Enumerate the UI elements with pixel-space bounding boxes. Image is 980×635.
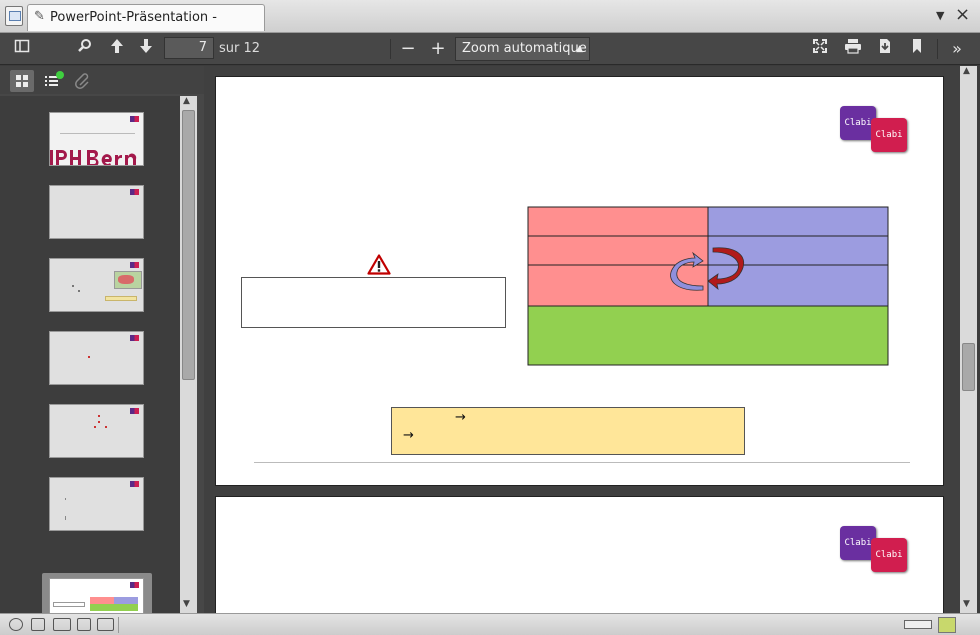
document-scrollbar-thumb[interactable] [962, 343, 975, 391]
sidebar-scrollbar[interactable]: ▲ ▼ [180, 96, 197, 613]
arrow-down-icon [140, 39, 152, 53]
double-chevron-right-icon: » [952, 39, 962, 58]
thumbnails-view-button[interactable] [10, 70, 34, 92]
clabi-logo: Clabi Clabi [840, 106, 908, 156]
page-count-label: sur 12 [219, 41, 261, 56]
status-separator [118, 617, 119, 633]
attachments-view-button[interactable] [72, 70, 96, 92]
thumbnail-page-2[interactable] [49, 185, 144, 239]
document-tab[interactable]: ✎ PowerPoint-Präsentation - test.pdf [27, 4, 265, 50]
mail-icon[interactable] [31, 618, 45, 631]
address-book-icon[interactable] [53, 618, 71, 631]
pdf-page-8: Clabi Clabi [215, 496, 944, 613]
zoom-select[interactable]: Zoom automatique ▲ [455, 37, 590, 61]
scroll-down-arrow-icon[interactable]: ▼ [183, 599, 190, 609]
toolbar-separator [937, 39, 938, 59]
download-icon [880, 39, 890, 53]
thumbnail-logo [130, 408, 139, 414]
clabi-logo-bottom: Clabi [871, 538, 907, 572]
thumbnail-page-6[interactable] [49, 477, 144, 531]
close-icon[interactable]: × [955, 4, 970, 25]
thumbnail-page-1[interactable] [49, 112, 144, 166]
zoom-select-value: Zoom automatique [462, 41, 587, 56]
sidebar-tabs [0, 66, 204, 94]
composer-icon[interactable] [77, 618, 91, 631]
status-bar [0, 613, 980, 635]
outline-view-button[interactable] [40, 70, 64, 92]
thumbnail-list [0, 96, 180, 613]
warning-icon [367, 254, 391, 275]
chat-icon[interactable] [97, 618, 114, 631]
arrow-right-icon: → [403, 428, 414, 443]
arrow-right-icon: → [455, 410, 466, 425]
empty-text-box [241, 277, 506, 328]
clabi-logo: Clabi Clabi [840, 526, 908, 576]
thumbnail-logo [130, 582, 139, 588]
next-page-button[interactable] [134, 37, 158, 61]
scroll-up-arrow-icon[interactable]: ▲ [183, 96, 190, 106]
footer-rule [254, 462, 910, 463]
previous-page-button[interactable] [105, 37, 129, 61]
sidebar-icon [14, 39, 30, 53]
print-button[interactable] [841, 37, 865, 61]
document-scrollbar[interactable]: ▲ ▼ [960, 66, 977, 613]
grid-icon [16, 75, 28, 87]
thumbnail-logo [130, 262, 139, 268]
document-viewer: Clabi Clabi → → Clabi Clabi [204, 66, 960, 613]
paperclip-icon: ✎ [34, 9, 45, 24]
toggle-sidebar-button[interactable] [10, 37, 34, 61]
thumbnail-logo [130, 335, 139, 341]
lock-icon[interactable] [938, 617, 956, 633]
connection-status-icon [904, 620, 932, 629]
thumbnail-page-7[interactable] [49, 578, 144, 613]
page-number-input[interactable]: 7 [164, 37, 214, 59]
printer-icon [845, 39, 861, 54]
presentation-mode-button[interactable] [808, 37, 832, 61]
window-tab-strip: ✎ PowerPoint-Präsentation - test.pdf ▼ × [0, 0, 980, 50]
fullscreen-icon [813, 39, 827, 53]
arrow-up-icon [111, 39, 123, 53]
paperclip-icon [75, 73, 89, 89]
clabi-logo-bottom: Clabi [871, 118, 907, 152]
scroll-up-arrow-icon[interactable]: ▲ [963, 66, 970, 76]
zoom-in-button[interactable]: + [426, 37, 450, 61]
tab-dropdown-icon[interactable]: ▼ [936, 9, 944, 22]
ph-bern-logo [50, 150, 137, 165]
highlight-box: → → [391, 407, 745, 455]
thumbnail-page-4[interactable] [49, 331, 144, 385]
document-app-icon[interactable] [5, 6, 23, 26]
sidebar-scrollbar-thumb[interactable] [182, 110, 195, 380]
scroll-down-arrow-icon[interactable]: ▼ [963, 599, 970, 609]
download-button[interactable] [873, 37, 897, 61]
zoom-out-button[interactable]: − [396, 37, 420, 61]
bookmark-icon [913, 39, 921, 53]
pdf-page-7: Clabi Clabi → → [215, 76, 944, 486]
bookmark-button[interactable] [905, 37, 929, 61]
thumbnail-page-3[interactable] [49, 258, 144, 312]
toolbar-separator [390, 39, 391, 59]
sidebar [0, 66, 204, 613]
thumbnail-page-5[interactable] [49, 404, 144, 458]
thumbnail-logo [130, 481, 139, 487]
globe-icon[interactable] [9, 618, 23, 631]
thumbnail-logo [130, 116, 139, 122]
thumbnail-logo [130, 189, 139, 195]
viewer-toolbar: 7 sur 12 − + Zoom automatique ▲ » [0, 33, 980, 65]
search-icon [78, 39, 91, 52]
list-icon [45, 71, 64, 86]
tools-menu-button[interactable]: » [945, 37, 969, 61]
chevron-updown-icon: ▲ [576, 44, 583, 54]
color-grid-diagram [527, 206, 889, 366]
search-button[interactable] [73, 37, 97, 61]
